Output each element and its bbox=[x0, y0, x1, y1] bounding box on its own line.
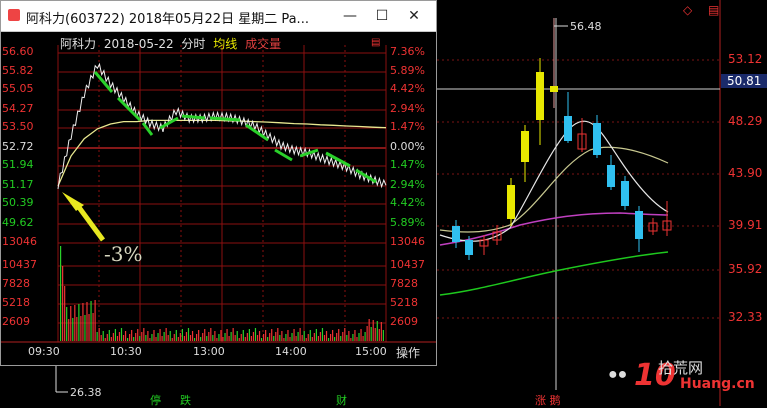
percent-tick-label: 0.00% bbox=[390, 140, 425, 153]
price-tick-label: 53.50 bbox=[2, 120, 34, 133]
price-tick-label: 55.05 bbox=[2, 82, 34, 95]
peak-price-label: 56.48 bbox=[570, 20, 602, 33]
volume-tick-label: 7828 bbox=[390, 277, 418, 290]
kline-price-tick: 39.91 bbox=[728, 218, 763, 232]
volume-tick-label: 13046 bbox=[390, 235, 425, 248]
volume-tick-label: 13046 bbox=[2, 235, 37, 248]
watermark-site-name: 拾荒网 bbox=[658, 359, 704, 377]
time-tick-label: 15:00 bbox=[355, 345, 387, 358]
percent-tick-label: 2.94% bbox=[390, 102, 425, 115]
kline-price-tick: 48.29 bbox=[728, 114, 763, 128]
chart-date: 2018-05-22 bbox=[103, 37, 174, 51]
kline-price-tick: 43.90 bbox=[728, 166, 763, 180]
kline-price-tick: 53.12 bbox=[728, 52, 763, 66]
time-tick-label: 14:00 bbox=[275, 345, 307, 358]
volume-tick-label: 5218 bbox=[2, 296, 30, 309]
annotation-text: -3% bbox=[104, 242, 143, 266]
volume-tick-label: 2609 bbox=[2, 315, 30, 328]
crosshair-price-label: 50.81 bbox=[721, 74, 767, 88]
time-tick-label: 13:00 bbox=[193, 345, 225, 358]
price-tick-label: 52.72 bbox=[2, 140, 34, 153]
price-tick-label: 51.94 bbox=[2, 158, 34, 171]
volume-tick-label: 5218 bbox=[390, 296, 418, 309]
percent-tick-label: 7.36% bbox=[390, 45, 425, 58]
low-price-label: 26.38 bbox=[70, 386, 102, 399]
window-title: 阿科力(603722) 2018年05月22日 星期二 Pa... bbox=[26, 12, 309, 27]
kline-price-tick: 35.92 bbox=[728, 262, 763, 276]
wechat-icon: ●● bbox=[608, 366, 628, 383]
app-icon bbox=[8, 9, 20, 21]
volume-tick-label: 10437 bbox=[2, 258, 37, 271]
volume-label: 成交量 bbox=[245, 37, 282, 51]
chart-mode: 分时 bbox=[181, 37, 206, 51]
percent-tick-label: 4.42% bbox=[390, 196, 425, 209]
time-tick-label: 09:30 bbox=[28, 345, 60, 358]
watermark-url: Huang.cn bbox=[680, 376, 755, 392]
volume-tick-label: 2609 bbox=[390, 315, 418, 328]
price-tick-label: 56.60 bbox=[2, 45, 34, 58]
percent-tick-label: 4.42% bbox=[390, 82, 425, 95]
minimize-icon[interactable]: — bbox=[339, 6, 361, 26]
price-tick-label: 51.17 bbox=[2, 178, 34, 191]
menu-icon[interactable]: ▤ bbox=[708, 3, 719, 17]
price-tick-label: 54.27 bbox=[2, 102, 34, 115]
percent-tick-label: 2.94% bbox=[390, 178, 425, 191]
maximize-icon[interactable]: ☐ bbox=[371, 6, 393, 26]
percent-tick-label: 5.89% bbox=[390, 64, 425, 77]
panel-resize-icon[interactable]: ▤ bbox=[371, 37, 380, 48]
percent-tick-label: 1.47% bbox=[390, 120, 425, 133]
intraday-header: 阿科力 2018-05-22 分时 均线 成交量 bbox=[60, 35, 285, 52]
price-tick-label: 50.39 bbox=[2, 196, 34, 209]
avg-label: 均线 bbox=[213, 37, 238, 51]
volume-tick-label: 10437 bbox=[390, 258, 425, 271]
close-icon[interactable]: ✕ bbox=[403, 6, 425, 26]
kline-panel bbox=[437, 0, 767, 406]
price-tick-label: 49.62 bbox=[2, 216, 34, 229]
percent-tick-label: 1.47% bbox=[390, 158, 425, 171]
percent-tick-label: 5.89% bbox=[390, 216, 425, 229]
price-tick-label: 55.82 bbox=[2, 64, 34, 77]
window-titlebar[interactable]: 阿科力(603722) 2018年05月22日 星期二 Pa... — ☐ ✕ bbox=[1, 1, 436, 32]
volume-tick-label: 7828 bbox=[2, 277, 30, 290]
intraday-popup-window: 阿科力(603722) 2018年05月22日 星期二 Pa... — ☐ ✕ bbox=[0, 0, 437, 366]
time-tick-label: 10:30 bbox=[110, 345, 142, 358]
diamond-icon[interactable]: ◇ bbox=[683, 3, 692, 17]
kline-price-tick: 32.33 bbox=[728, 310, 763, 324]
operate-button[interactable]: 操作 bbox=[396, 344, 420, 361]
stock-name: 阿科力 bbox=[60, 37, 97, 51]
